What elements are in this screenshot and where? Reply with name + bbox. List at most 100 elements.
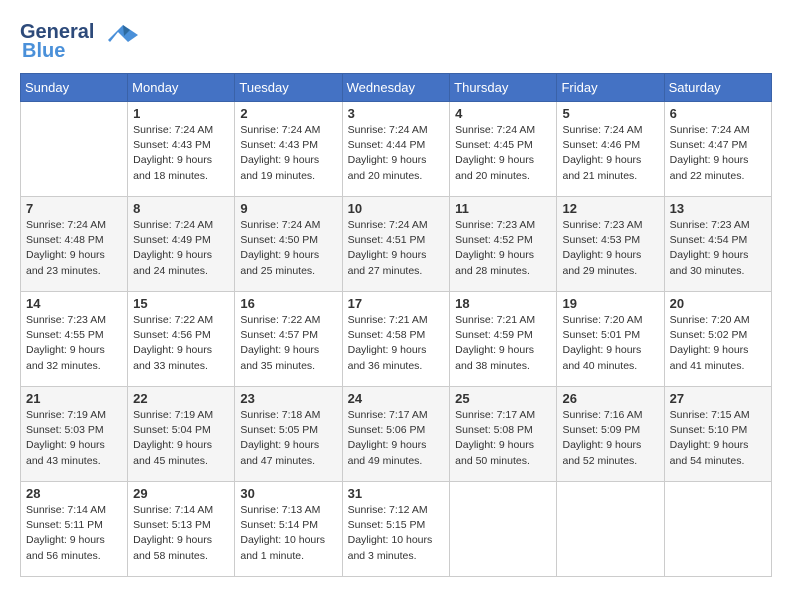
day-info: Sunrise: 7:14 AM Sunset: 5:13 PM Dayligh… [133,503,229,564]
calendar-week-row: 28 Sunrise: 7:14 AM Sunset: 5:11 PM Dayli… [21,482,772,577]
calendar-day-header: Tuesday [235,74,342,102]
calendar-cell: 13Sunrise: 7:23 AM Sunset: 4:54 PM Dayli… [664,197,771,292]
calendar-week-row: 21Sunrise: 7:19 AM Sunset: 5:03 PM Dayli… [21,387,772,482]
calendar-week-row: 14 Sunrise: 7:23 AM Sunset: 4:55 PM Dayli… [21,292,772,387]
day-info: Sunrise: 7:24 AM Sunset: 4:44 PM Dayligh… [348,123,445,184]
day-number: 19 [562,296,658,311]
calendar-cell: 7 Sunrise: 7:24 AM Sunset: 4:48 PM Daylig… [21,197,128,292]
day-number: 1 [133,106,229,121]
logo: General Blue [20,20,130,63]
day-number: 29 [133,486,229,501]
day-number: 27 [670,391,766,406]
calendar-cell: 15 Sunrise: 7:22 AM Sunset: 4:56 PM Dayli… [128,292,235,387]
day-info: Sunrise: 7:17 AM Sunset: 5:08 PM Dayligh… [455,408,551,469]
day-number: 5 [562,106,658,121]
day-info: Sunrise: 7:24 AM Sunset: 4:49 PM Dayligh… [133,218,229,279]
day-number: 28 [26,486,122,501]
calendar-cell: 30Sunrise: 7:13 AM Sunset: 5:14 PM Dayli… [235,482,342,577]
day-number: 8 [133,201,229,216]
day-info: Sunrise: 7:24 AM Sunset: 4:45 PM Dayligh… [455,123,551,184]
day-info: Sunrise: 7:24 AM Sunset: 4:43 PM Dayligh… [133,123,229,184]
calendar-day-header: Sunday [21,74,128,102]
day-info: Sunrise: 7:15 AM Sunset: 5:10 PM Dayligh… [670,408,766,469]
day-info: Sunrise: 7:22 AM Sunset: 4:57 PM Dayligh… [240,313,336,374]
calendar-cell: 4Sunrise: 7:24 AM Sunset: 4:45 PM Daylig… [450,102,557,197]
day-info: Sunrise: 7:23 AM Sunset: 4:54 PM Dayligh… [670,218,766,279]
calendar-cell: 21Sunrise: 7:19 AM Sunset: 5:03 PM Dayli… [21,387,128,482]
day-number: 23 [240,391,336,406]
calendar-cell: 19 Sunrise: 7:20 AM Sunset: 5:01 PM Dayli… [557,292,664,387]
day-info: Sunrise: 7:14 AM Sunset: 5:11 PM Dayligh… [26,503,122,564]
day-info: Sunrise: 7:20 AM Sunset: 5:01 PM Dayligh… [562,313,658,374]
day-number: 11 [455,201,551,216]
day-info: Sunrise: 7:21 AM Sunset: 4:58 PM Dayligh… [348,313,445,374]
calendar-cell: 31 Sunrise: 7:12 AM Sunset: 5:15 PM Dayli… [342,482,450,577]
day-number: 31 [348,486,445,501]
logo-blue: Blue [22,40,65,62]
day-number: 18 [455,296,551,311]
day-number: 7 [26,201,122,216]
day-info: Sunrise: 7:17 AM Sunset: 5:06 PM Dayligh… [348,408,445,469]
calendar-cell [21,102,128,197]
calendar-cell: 17 Sunrise: 7:21 AM Sunset: 4:58 PM Dayli… [342,292,450,387]
calendar-cell: 20Sunrise: 7:20 AM Sunset: 5:02 PM Dayli… [664,292,771,387]
calendar-cell: 23 Sunrise: 7:18 AM Sunset: 5:05 PM Dayli… [235,387,342,482]
calendar-cell: 11 Sunrise: 7:23 AM Sunset: 4:52 PM Dayli… [450,197,557,292]
day-number: 16 [240,296,336,311]
day-info: Sunrise: 7:18 AM Sunset: 5:05 PM Dayligh… [240,408,336,469]
calendar-cell: 6 Sunrise: 7:24 AM Sunset: 4:47 PM Daylig… [664,102,771,197]
calendar-cell: 26 Sunrise: 7:16 AM Sunset: 5:09 PM Dayli… [557,387,664,482]
day-number: 14 [26,296,122,311]
calendar-cell: 1 Sunrise: 7:24 AM Sunset: 4:43 PM Daylig… [128,102,235,197]
calendar-week-row: 7 Sunrise: 7:24 AM Sunset: 4:48 PM Daylig… [21,197,772,292]
day-info: Sunrise: 7:23 AM Sunset: 4:55 PM Dayligh… [26,313,122,374]
day-info: Sunrise: 7:24 AM Sunset: 4:51 PM Dayligh… [348,218,445,279]
day-info: Sunrise: 7:24 AM Sunset: 4:50 PM Dayligh… [240,218,336,279]
day-info: Sunrise: 7:13 AM Sunset: 5:14 PM Dayligh… [240,503,336,564]
day-number: 2 [240,106,336,121]
day-number: 26 [562,391,658,406]
day-info: Sunrise: 7:24 AM Sunset: 4:46 PM Dayligh… [562,123,658,184]
day-number: 3 [348,106,445,121]
day-info: Sunrise: 7:20 AM Sunset: 5:02 PM Dayligh… [670,313,766,374]
day-number: 6 [670,106,766,121]
calendar-cell: 18 Sunrise: 7:21 AM Sunset: 4:59 PM Dayli… [450,292,557,387]
day-info: Sunrise: 7:12 AM Sunset: 5:15 PM Dayligh… [348,503,445,564]
calendar-cell: 3 Sunrise: 7:24 AM Sunset: 4:44 PM Daylig… [342,102,450,197]
day-info: Sunrise: 7:24 AM Sunset: 4:48 PM Dayligh… [26,218,122,279]
calendar-week-row: 1 Sunrise: 7:24 AM Sunset: 4:43 PM Daylig… [21,102,772,197]
logo-bird-icon [98,20,138,48]
calendar-cell: 27 Sunrise: 7:15 AM Sunset: 5:10 PM Dayli… [664,387,771,482]
calendar-cell [450,482,557,577]
calendar-cell: 14 Sunrise: 7:23 AM Sunset: 4:55 PM Dayli… [21,292,128,387]
day-info: Sunrise: 7:23 AM Sunset: 4:53 PM Dayligh… [562,218,658,279]
calendar-cell: 2Sunrise: 7:24 AM Sunset: 4:43 PM Daylig… [235,102,342,197]
calendar-cell: 24 Sunrise: 7:17 AM Sunset: 5:06 PM Dayli… [342,387,450,482]
calendar-day-header: Monday [128,74,235,102]
day-info: Sunrise: 7:16 AM Sunset: 5:09 PM Dayligh… [562,408,658,469]
calendar-cell: 8 Sunrise: 7:24 AM Sunset: 4:49 PM Daylig… [128,197,235,292]
day-info: Sunrise: 7:22 AM Sunset: 4:56 PM Dayligh… [133,313,229,374]
day-number: 22 [133,391,229,406]
page-header: General Blue [20,20,772,63]
day-number: 17 [348,296,445,311]
day-info: Sunrise: 7:24 AM Sunset: 4:47 PM Dayligh… [670,123,766,184]
day-info: Sunrise: 7:21 AM Sunset: 4:59 PM Dayligh… [455,313,551,374]
calendar-day-header: Friday [557,74,664,102]
calendar-cell: 12Sunrise: 7:23 AM Sunset: 4:53 PM Dayli… [557,197,664,292]
day-number: 15 [133,296,229,311]
day-number: 9 [240,201,336,216]
day-number: 25 [455,391,551,406]
calendar-cell: 9 Sunrise: 7:24 AM Sunset: 4:50 PM Daylig… [235,197,342,292]
day-number: 10 [348,201,445,216]
day-number: 24 [348,391,445,406]
calendar-day-header: Saturday [664,74,771,102]
calendar-cell: 25 Sunrise: 7:17 AM Sunset: 5:08 PM Dayli… [450,387,557,482]
calendar-cell: 5 Sunrise: 7:24 AM Sunset: 4:46 PM Daylig… [557,102,664,197]
calendar-cell: 10 Sunrise: 7:24 AM Sunset: 4:51 PM Dayli… [342,197,450,292]
calendar-cell: 16 Sunrise: 7:22 AM Sunset: 4:57 PM Dayli… [235,292,342,387]
day-info: Sunrise: 7:19 AM Sunset: 5:03 PM Dayligh… [26,408,122,469]
day-info: Sunrise: 7:23 AM Sunset: 4:52 PM Dayligh… [455,218,551,279]
calendar-cell: 28 Sunrise: 7:14 AM Sunset: 5:11 PM Dayli… [21,482,128,577]
calendar-cell: 29 Sunrise: 7:14 AM Sunset: 5:13 PM Dayli… [128,482,235,577]
